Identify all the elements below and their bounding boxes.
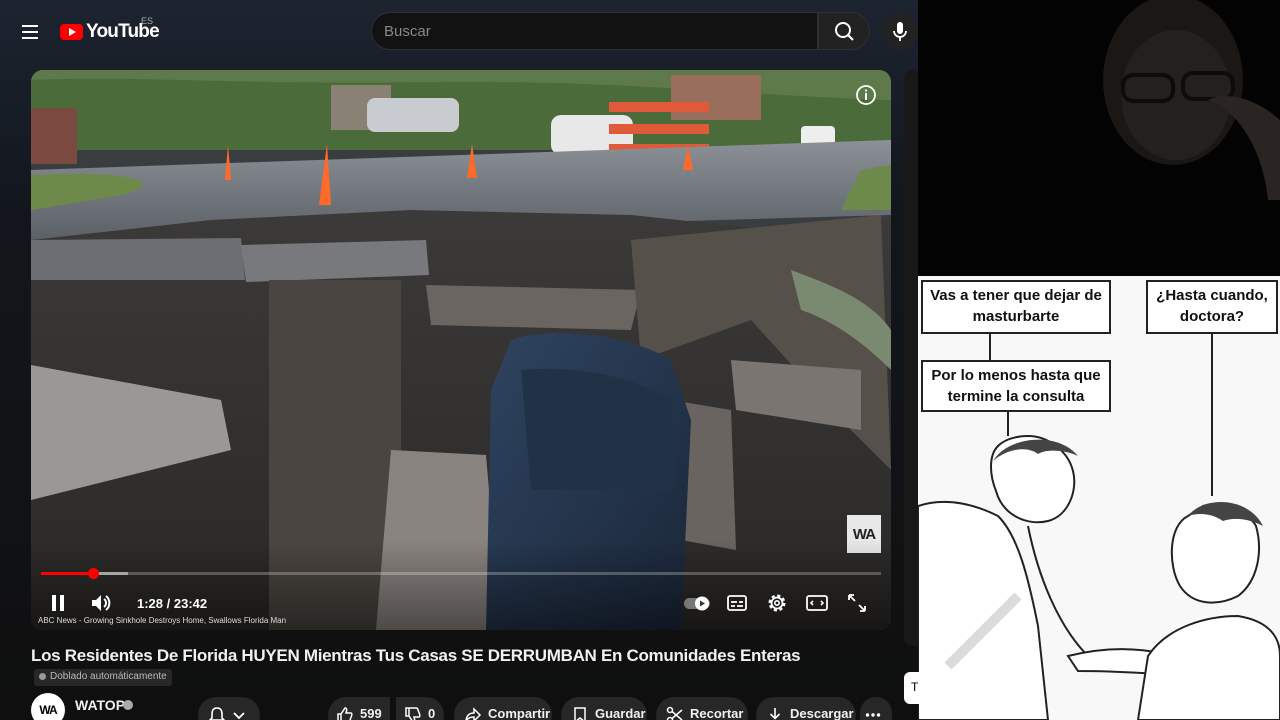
dislike-count: 0	[428, 706, 436, 720]
channel-avatar[interactable]: WA	[31, 693, 65, 720]
video-title: Los Residentes De Florida HUYEN Mientras…	[31, 646, 801, 665]
menu-button[interactable]	[14, 17, 46, 47]
progress-bar[interactable]	[41, 568, 881, 579]
search-button[interactable]	[818, 12, 870, 50]
settings-button[interactable]	[764, 590, 790, 616]
webcam-image	[918, 0, 1280, 276]
volume-icon	[92, 595, 111, 611]
save-label: Guardar	[595, 706, 646, 720]
progress-played	[41, 572, 94, 575]
subtitles-button[interactable]	[724, 590, 750, 616]
thumbs-up-icon	[337, 707, 353, 720]
side-panel-edge	[904, 70, 918, 646]
meme-illustration	[918, 276, 1280, 720]
fullscreen-icon	[848, 594, 866, 612]
download-label: Descargar	[790, 706, 854, 720]
scissors-icon	[666, 706, 683, 720]
save-button[interactable]: Guardar	[561, 697, 647, 720]
thumbs-down-icon	[405, 707, 421, 720]
pause-button[interactable]	[45, 590, 71, 616]
source-caption: ABC News - Growing Sinkhole Destroys Hom…	[38, 616, 287, 625]
meme-overlay: Vas a tener que dejar de masturbarte ¿Ha…	[918, 276, 1280, 720]
region-code: ES	[141, 16, 154, 26]
like-button[interactable]: 599	[328, 697, 390, 720]
miniplayer-button[interactable]	[804, 590, 830, 616]
pause-icon	[52, 595, 64, 611]
bell-icon	[208, 707, 226, 720]
youtube-play-icon	[60, 24, 83, 40]
dislike-button[interactable]: 0	[396, 697, 444, 720]
clip-label: Recortar	[690, 706, 744, 720]
like-count: 599	[360, 706, 382, 720]
verified-icon	[123, 700, 133, 710]
speech-bubble-doctor-reply: Por lo menos hasta que termine la consul…	[921, 360, 1111, 412]
microphone-icon	[893, 22, 907, 41]
chevron-down-icon	[233, 712, 245, 720]
more-horizontal-icon	[865, 713, 881, 717]
webcam-overlay	[918, 0, 1280, 276]
youtube-pane: YouTube ES Buscar WA 1:28 / 23:42 ABC Ne…	[0, 0, 918, 720]
video-player[interactable]: WA 1:28 / 23:42 ABC News - Growing Sinkh…	[31, 70, 891, 630]
autoplay-toggle[interactable]	[683, 590, 713, 616]
voice-search-button[interactable]	[882, 13, 918, 49]
channel-name[interactable]: WATOP	[75, 697, 125, 713]
autoplay-toggle-icon	[684, 596, 710, 611]
time-display: 1:28 / 23:42	[137, 596, 208, 611]
bookmark-icon	[574, 707, 586, 720]
subtitles-icon	[727, 595, 747, 611]
subscribe-bell-button[interactable]	[198, 697, 260, 720]
side-chip[interactable]: T	[904, 672, 922, 704]
download-icon	[769, 708, 781, 720]
clip-button[interactable]: Recortar	[656, 697, 748, 720]
info-button[interactable]	[855, 84, 877, 106]
speech-bubble-doctor: Vas a tener que dejar de masturbarte	[921, 280, 1111, 334]
share-button[interactable]: Compartir	[454, 697, 552, 720]
progress-scrubber[interactable]	[88, 568, 100, 579]
info-icon	[856, 85, 876, 105]
volume-button[interactable]	[88, 590, 114, 616]
fullscreen-button[interactable]	[844, 590, 870, 616]
search-icon	[835, 22, 854, 41]
download-button[interactable]: Descargar	[756, 697, 856, 720]
dubbed-badge: Doblado automáticamente	[34, 669, 172, 686]
more-actions-button[interactable]	[860, 697, 892, 720]
speech-bubble-patient: ¿Hasta cuando, doctora?	[1146, 280, 1278, 334]
top-bar: YouTube ES	[0, 0, 918, 64]
share-icon	[465, 707, 482, 720]
share-label: Compartir	[488, 706, 551, 720]
search-input[interactable]	[371, 12, 818, 50]
gear-icon	[768, 594, 786, 612]
miniplayer-icon	[806, 595, 828, 611]
